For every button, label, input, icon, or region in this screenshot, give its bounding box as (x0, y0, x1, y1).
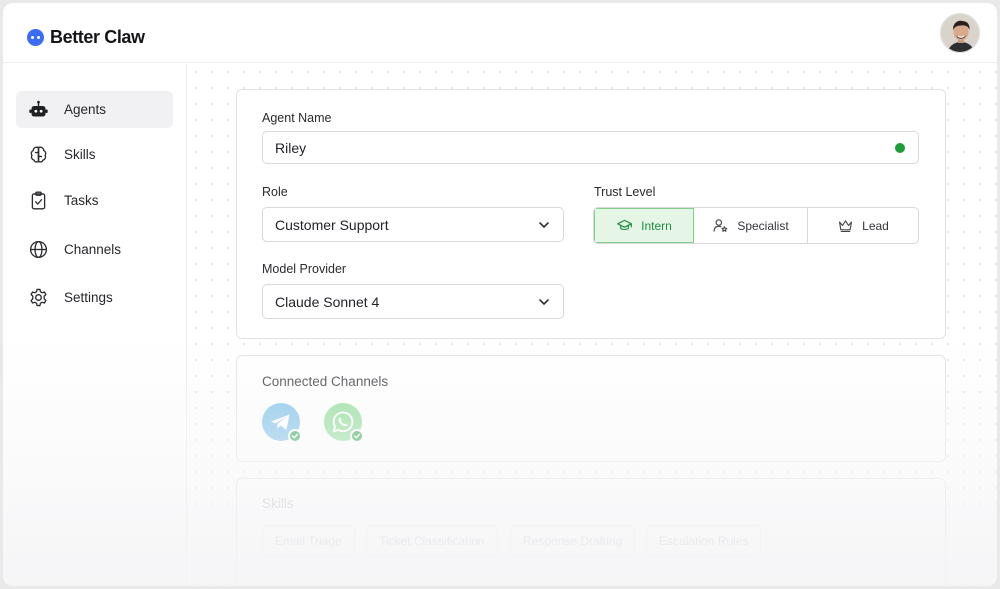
app-name: Better Claw (50, 27, 145, 47)
sidebar-item-label: Skills (64, 147, 96, 162)
top-bar: Better Claw (3, 3, 997, 63)
brain-icon (27, 144, 49, 166)
sidebar-item-label: Tasks (64, 193, 99, 208)
trust-level-segmented: Intern Specialist Lead (593, 207, 919, 244)
avatar-photo-icon (941, 14, 979, 52)
model-provider-label: Model Provider (262, 262, 347, 276)
trust-option-label: Lead (862, 218, 889, 233)
skill-chip[interactable]: Email Triage (262, 525, 355, 556)
graduation-cap-icon (617, 219, 633, 231)
sidebar-item-label: Settings (64, 290, 113, 305)
agent-name-label: Agent Name (262, 111, 332, 125)
model-provider-select[interactable]: Claude Sonnet 4 (262, 284, 564, 319)
clipboard-check-icon (27, 190, 49, 212)
logo-mark-icon (27, 29, 44, 46)
trust-option-specialist[interactable]: Specialist (694, 208, 808, 243)
sidebar-item-label: Channels (64, 242, 122, 257)
skill-chip[interactable]: Escalation Rules (646, 525, 762, 556)
trust-option-intern[interactable]: Intern (594, 208, 694, 243)
sidebar-item-skills[interactable]: Skills (16, 136, 173, 173)
trust-option-label: Intern (641, 218, 672, 233)
role-select[interactable]: Customer Support (262, 207, 564, 242)
sidebar-item-tasks[interactable]: Tasks (16, 182, 173, 219)
main-content: Agent Name Riley Role Customer Support T… (188, 64, 997, 586)
gear-icon (27, 287, 49, 309)
trust-option-label: Specialist (737, 218, 789, 233)
user-avatar[interactable] (940, 13, 980, 53)
sidebar: Agents Skills Tasks Channels Settings (3, 64, 187, 586)
channel-telegram[interactable] (262, 403, 302, 443)
crown-icon (839, 220, 853, 233)
skill-chip[interactable]: Response Drafting (510, 525, 636, 556)
check-badge-icon (350, 429, 364, 443)
robot-icon (27, 99, 49, 121)
chevron-down-icon (539, 221, 549, 228)
skills-card: Skills Email Triage Ticket Classificatio… (236, 478, 946, 586)
sidebar-item-agents[interactable]: Agents (16, 91, 173, 128)
connected-channels-title: Connected Channels (262, 374, 389, 389)
skill-chip[interactable]: Ticket Classification (366, 525, 498, 556)
online-status-dot (895, 142, 905, 153)
role-label: Role (262, 185, 288, 199)
globe-icon (27, 239, 49, 261)
user-star-icon (713, 219, 728, 232)
check-badge-icon (288, 429, 302, 443)
skills-title: Skills (262, 496, 294, 511)
app-window: Better Claw Agents Skills Tasks Channels… (3, 3, 997, 586)
agent-name-input[interactable]: Riley (262, 131, 919, 164)
channel-whatsapp[interactable] (324, 403, 364, 443)
connected-channels-card: Connected Channels (236, 355, 946, 462)
trust-option-lead[interactable]: Lead (808, 208, 918, 243)
model-provider-value: Claude Sonnet 4 (275, 293, 380, 310)
trust-level-label: Trust Level (594, 185, 656, 199)
chevron-down-icon (539, 298, 549, 305)
sidebar-item-settings[interactable]: Settings (16, 279, 173, 316)
sidebar-item-channels[interactable]: Channels (16, 231, 173, 268)
role-value: Customer Support (275, 216, 389, 233)
agent-name-value: Riley (275, 139, 307, 156)
sidebar-item-label: Agents (64, 102, 107, 117)
agent-config-card: Agent Name Riley Role Customer Support T… (236, 89, 946, 339)
brand-logo[interactable]: Better Claw (27, 27, 145, 48)
